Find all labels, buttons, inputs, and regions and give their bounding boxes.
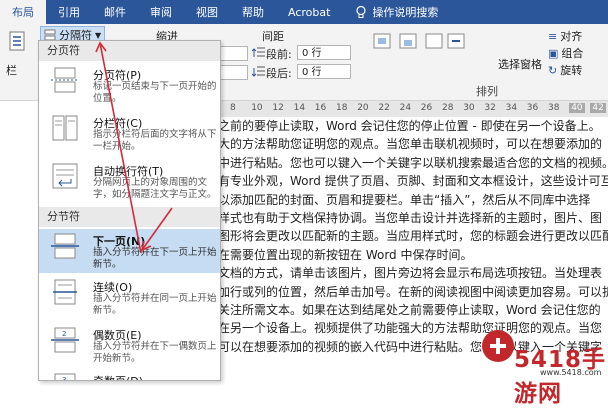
arrow-to-breaks-button (99, 42, 142, 254)
arrow-to-next-page (141, 207, 173, 251)
watermark-logo: 5418手游网 www.5418.com (476, 318, 608, 407)
watermark-url: www.5418.com (540, 368, 602, 377)
gamepad-icon (482, 330, 514, 362)
